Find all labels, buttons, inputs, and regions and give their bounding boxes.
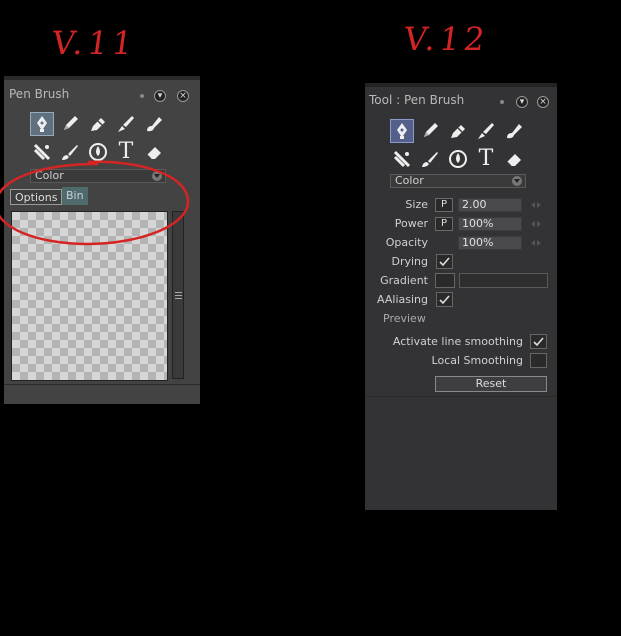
v11-close-icon[interactable]: ×: [177, 90, 189, 102]
v11-pencil-tool[interactable]: [58, 112, 82, 136]
drying-checkbox[interactable]: [436, 254, 453, 269]
v12-tool-grid: T: [390, 119, 526, 171]
preview-label: Preview: [383, 312, 426, 325]
v11-tool-grid: T: [30, 112, 166, 164]
scroll-grip-icon[interactable]: [175, 292, 182, 299]
annotation-v12: V.12: [401, 20, 492, 58]
power-spinner-icon[interactable]: [531, 219, 541, 229]
power-pressure-button[interactable]: P: [435, 217, 453, 231]
v12-close-icon[interactable]: ×: [537, 96, 549, 108]
airbrush-icon: [147, 117, 162, 132]
spray-icon: [393, 150, 411, 168]
gradient-label: Gradient: [380, 274, 428, 287]
local-smoothing-label: Local Smoothing: [431, 354, 523, 367]
reset-button[interactable]: Reset: [435, 376, 547, 392]
brush-icon: [118, 116, 134, 132]
chevron-down-icon: [512, 176, 522, 186]
line-smoothing-label: Activate line smoothing: [392, 335, 523, 348]
power-field[interactable]: 100%: [458, 217, 522, 231]
size-label: Size: [405, 198, 428, 211]
v12-pen-tool[interactable]: [390, 119, 414, 143]
text-tool-icon: T: [478, 146, 494, 171]
v11-pen-tool[interactable]: [30, 112, 54, 136]
annotation-v11: V.11: [49, 24, 140, 62]
pen-tool-icon: [397, 123, 407, 139]
marker-icon: [451, 125, 465, 138]
v12-minimize-icon[interactable]: ▾: [516, 96, 528, 108]
v11-titlebar: Pen Brush ▾ ×: [4, 80, 200, 102]
v12-pencil-tool[interactable]: [418, 119, 442, 143]
checkmark-icon: [439, 295, 450, 305]
size-spinner-icon[interactable]: [531, 200, 541, 210]
eraser-icon: [506, 154, 521, 167]
v12-divider: [365, 396, 557, 397]
red-highlight-ellipse: [0, 160, 190, 246]
drying-label: Drying: [391, 255, 428, 268]
v12-water-tool[interactable]: [446, 147, 470, 171]
v11-minimize-icon[interactable]: ▾: [154, 90, 166, 102]
opacity-field[interactable]: 100%: [458, 236, 522, 250]
v12-dock-dot-icon[interactable]: [500, 100, 504, 104]
paint-brush-icon: [422, 152, 438, 167]
water-drop-icon: [449, 150, 467, 168]
pencil-icon: [424, 123, 438, 137]
v12-airbrush-tool[interactable]: [502, 119, 526, 143]
airbrush-icon: [507, 124, 522, 139]
v12-pen-brush-panel: Tool : Pen Brush ▾ × T Color Size P 2.00…: [365, 83, 557, 510]
gradient-swatch[interactable]: [435, 273, 455, 288]
v12-spray-tool[interactable]: [390, 147, 414, 171]
opacity-spinner-icon[interactable]: [531, 238, 541, 248]
size-field[interactable]: 2.00: [458, 198, 522, 212]
line-smoothing-checkbox[interactable]: [530, 334, 547, 349]
v12-titlebar: Tool : Pen Brush ▾ ×: [365, 87, 557, 108]
marker-icon: [91, 118, 105, 131]
v12-marker-tool[interactable]: [446, 119, 470, 143]
v11-brush-tool[interactable]: [114, 112, 138, 136]
pencil-icon: [64, 116, 78, 130]
v12-panel-title: Tool : Pen Brush: [369, 93, 465, 107]
aaliasing-label: AAliasing: [377, 293, 428, 306]
brush-icon: [478, 123, 494, 139]
opacity-label: Opacity: [385, 236, 428, 249]
v12-eraser-tool[interactable]: [502, 147, 526, 171]
v12-paint-brush-tool[interactable]: [418, 147, 442, 171]
power-label: Power: [394, 217, 428, 230]
gradient-bar[interactable]: [459, 273, 548, 288]
v11-panel-title: Pen Brush: [9, 87, 70, 101]
v11-airbrush-tool[interactable]: [142, 112, 166, 136]
v12-text-tool[interactable]: T: [474, 147, 498, 171]
v12-brush-tool[interactable]: [474, 119, 498, 143]
pen-tool-icon: [37, 116, 47, 132]
aaliasing-checkbox[interactable]: [436, 292, 453, 307]
v11-marker-tool[interactable]: [86, 112, 110, 136]
local-smoothing-checkbox[interactable]: [530, 353, 547, 368]
v11-dock-dot-icon[interactable]: [140, 94, 144, 98]
v11-divider: [4, 384, 200, 385]
v12-dropdown-value: Color: [395, 174, 424, 187]
v12-color-dropdown[interactable]: Color: [390, 174, 526, 188]
size-pressure-button[interactable]: P: [435, 198, 453, 212]
checkmark-icon: [533, 337, 544, 347]
checkmark-icon: [439, 257, 450, 267]
